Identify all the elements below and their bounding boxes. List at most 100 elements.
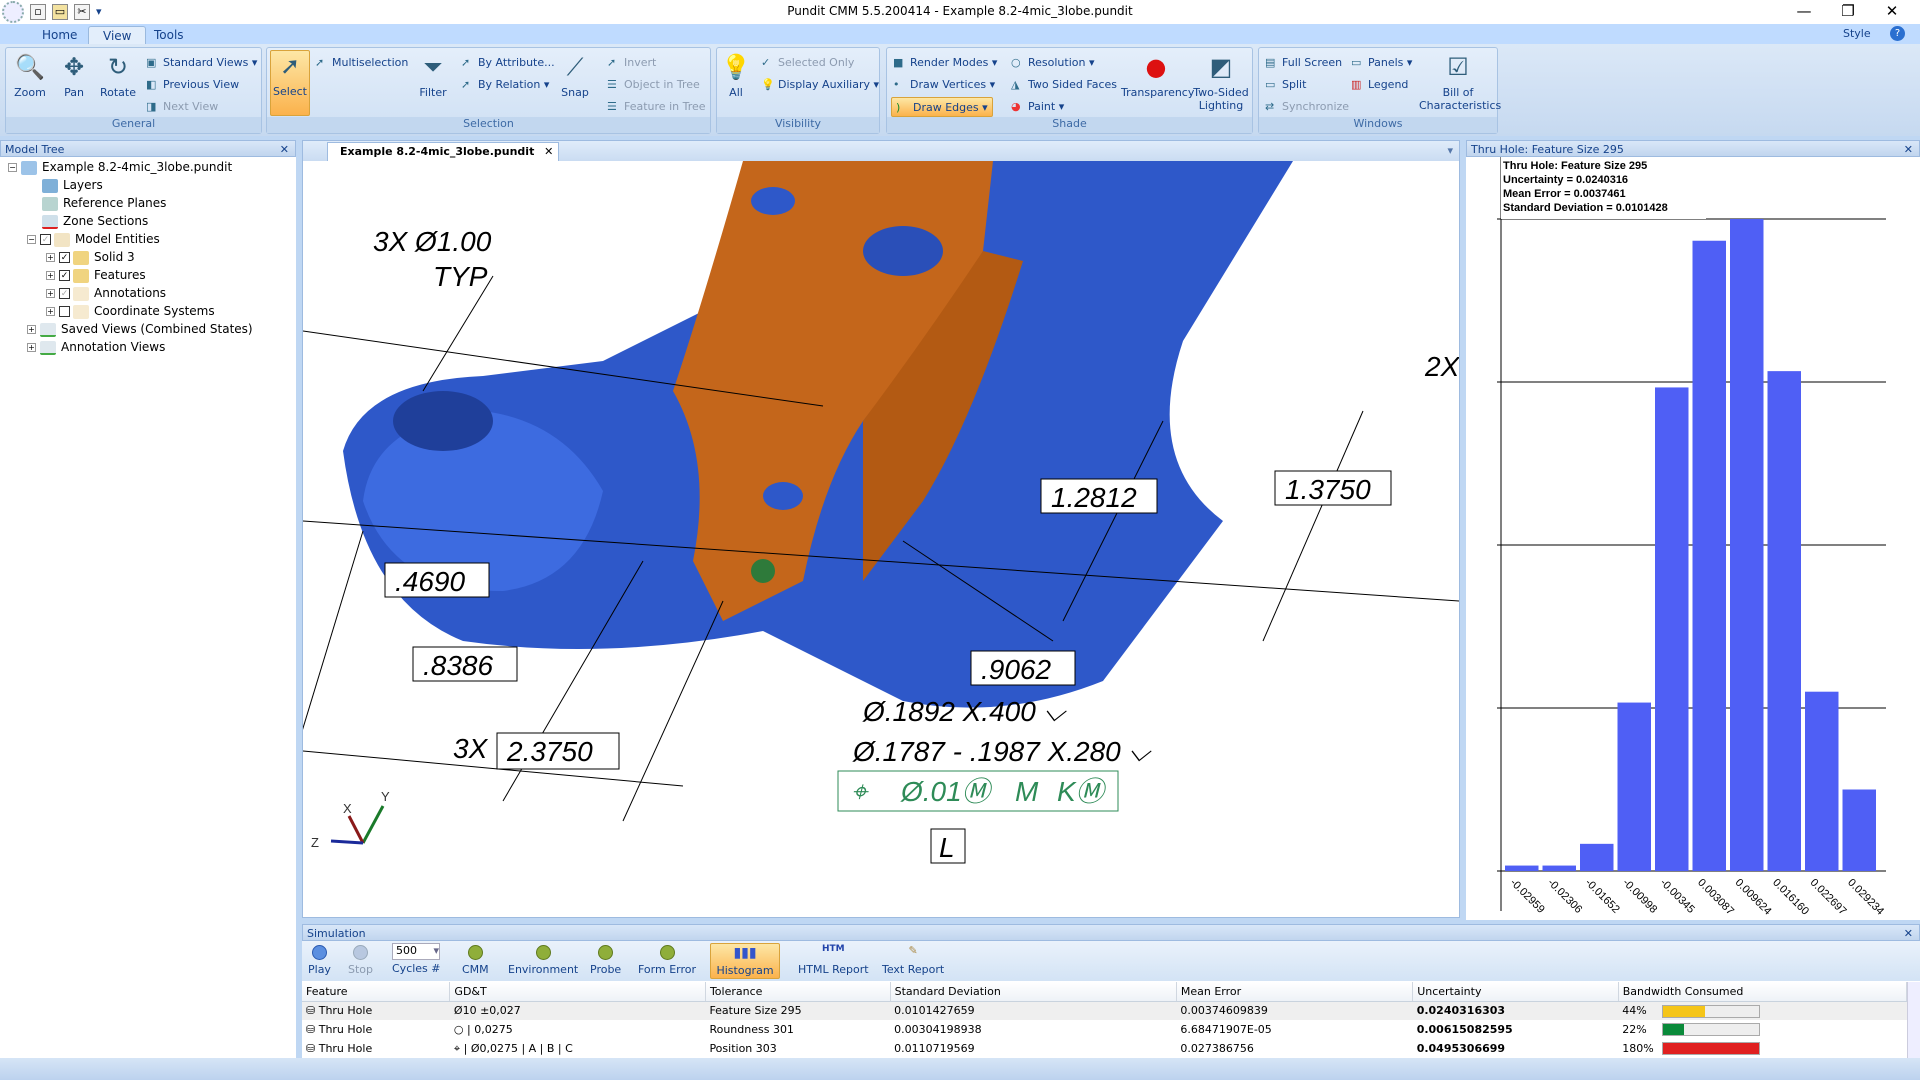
by-attribute-button[interactable]: ➚ By Attribute...	[461, 53, 555, 73]
column-header[interactable]: GD&T	[449, 982, 706, 1002]
resolution-button[interactable]: ○ Resolution ▾	[1011, 53, 1095, 73]
tree-item-reference-planes[interactable]: Reference Planes	[42, 194, 166, 212]
tab-view[interactable]: View	[88, 26, 147, 44]
column-header[interactable]: Standard Deviation	[890, 982, 1177, 1002]
restore-button[interactable]: ❐	[1826, 0, 1870, 24]
selected-only-button[interactable]: ✓ Selected Only	[761, 53, 854, 73]
column-header[interactable]: Uncertainty	[1412, 982, 1619, 1002]
tab-home[interactable]: Home	[28, 26, 91, 44]
display-auxiliary-button[interactable]: 💡 Display Auxiliary ▾	[761, 75, 879, 95]
tree-item-coordinate-systems[interactable]: + Coordinate Systems	[46, 302, 215, 320]
rotate-button[interactable]: ↻ Rotate	[96, 52, 140, 99]
object-in-tree-button[interactable]: ☰ Object in Tree	[607, 75, 700, 95]
full-screen-button[interactable]: ▤ Full Screen	[1265, 53, 1342, 73]
standard-views-button[interactable]: ▣ Standard Views ▾	[146, 53, 257, 73]
simulation-results-table: Feature GD&T Tolerance Standard Deviation Me…	[302, 982, 1908, 1058]
position-symbol: ⌖	[851, 776, 869, 807]
by-relation-button[interactable]: ➚ By Relation ▾	[461, 75, 549, 95]
legend-button[interactable]: ▥ Legend	[1351, 75, 1408, 95]
dim-1-2812: 1.2812	[1051, 482, 1137, 513]
html-report-button[interactable]: HTM HTML Report	[794, 943, 873, 979]
mean-error-cell: 0.00374609839	[1176, 1001, 1413, 1020]
play-button[interactable]: Play	[304, 943, 335, 979]
tab-tools[interactable]: Tools	[140, 26, 198, 44]
select-button[interactable]: ➚ Select	[270, 50, 310, 116]
tree-item-annotation-views[interactable]: + Annotation Views	[27, 338, 165, 356]
two-sided-lighting-button[interactable]: ◩ Two-Sided Lighting	[1191, 52, 1251, 112]
checkbox[interactable]: ✓	[59, 252, 70, 263]
tree-item-zone-sections[interactable]: Zone Sections	[42, 212, 148, 230]
tree-item-features[interactable]: + ✓ Features	[46, 266, 146, 284]
minimize-button[interactable]: —	[1782, 0, 1826, 24]
tree-item-root[interactable]: − Example 8.2-4mic_3lobe.pundit	[8, 158, 232, 176]
column-header[interactable]: Mean Error	[1176, 982, 1414, 1002]
tree-label: Model Entities	[75, 232, 160, 246]
table-row[interactable]: ⛁ Thru Hole ○ | 0,0275 Roundness 301 0.0030…	[302, 1020, 1907, 1039]
checkbox[interactable]: ✓	[59, 288, 70, 299]
tree-item-layers[interactable]: Layers	[42, 176, 103, 194]
tolerance-cell: Roundness 301	[705, 1020, 890, 1039]
environment-button[interactable]: Environment	[504, 943, 582, 979]
all-button[interactable]: 💡 All	[721, 52, 751, 99]
synchronize-button[interactable]: ⇄ Synchronize	[1265, 97, 1349, 117]
bill-of-characteristics-button[interactable]: ☑ Bill of Characteristics	[1419, 52, 1501, 112]
invert-button[interactable]: ➚ Invert	[607, 53, 656, 73]
feature-in-tree-button[interactable]: ☰ Feature in Tree	[607, 97, 706, 117]
snap-button[interactable]: ⟋ Snap	[557, 52, 593, 99]
text-report-button[interactable]: ✎ Text Report	[878, 943, 948, 979]
panels-button[interactable]: ▭ Panels ▾	[1351, 53, 1412, 73]
window-title: Pundit CMM 5.5.200414 - Example 8.2-4mic…	[787, 4, 1133, 18]
x-tick-label: -0.02306	[1545, 877, 1584, 916]
tree-item-annotations[interactable]: + ✓ Annotations	[46, 284, 166, 302]
histogram-button[interactable]: ▮▮▮ Histogram	[710, 943, 780, 979]
draw-vertices-button[interactable]: • Draw Vertices ▾	[893, 75, 995, 95]
table-scrollbar[interactable]	[1907, 982, 1920, 1058]
checkbox[interactable]	[59, 306, 70, 317]
checkbox[interactable]: ✓	[59, 270, 70, 281]
draw-edges-button[interactable]: ) Draw Edges ▾	[891, 97, 993, 117]
checkbox[interactable]: ✓	[40, 234, 51, 245]
cmm-button[interactable]: CMM	[458, 943, 493, 979]
cycles-input[interactable]: 500 ▾	[392, 943, 440, 960]
zoom-button[interactable]: 🔍 Zoom	[10, 52, 50, 99]
select-label: Select	[273, 85, 307, 98]
3d-model-view[interactable]: 3X Ø1.00 TYP .4690 .8386 3X 2.3750 .9062…	[303, 161, 1459, 917]
close-icon[interactable]: ✕	[280, 141, 289, 158]
table-row[interactable]: ⛁ Thru Hole Ø10 ±0,027 Feature Size 295 0.0…	[302, 1001, 1907, 1020]
stop-button[interactable]: Stop	[344, 943, 377, 979]
form-error-button[interactable]: Form Error	[634, 943, 700, 979]
close-tab-icon[interactable]: ✕	[544, 143, 553, 161]
render-modes-button[interactable]: ■ Render Modes ▾	[893, 53, 997, 73]
tree-item-model-entities[interactable]: − ✓ Model Entities	[27, 230, 160, 248]
style-menu[interactable]: Style	[1843, 27, 1871, 40]
table-row[interactable]: ⛁ Thru Hole ⌖ | Ø0,0275 | A | B | C Positi…	[302, 1039, 1907, 1058]
file-icon	[21, 160, 37, 175]
cycles-field[interactable]: 500 ▾ Cycles #	[388, 943, 445, 979]
tab-list-dropdown-icon[interactable]: ▾	[1447, 144, 1453, 157]
tree-item-saved-views[interactable]: + Saved Views (Combined States)	[27, 320, 253, 338]
split-button[interactable]: ▭ Split	[1265, 75, 1306, 95]
help-icon[interactable]: ?	[1890, 26, 1905, 41]
column-header[interactable]: Feature	[302, 982, 451, 1002]
column-header[interactable]: Bandwidth Consumed	[1618, 982, 1908, 1002]
gdt-cell: Ø10 ±0,027	[449, 1001, 706, 1020]
multiselection-button[interactable]: ➚ Multiselection	[315, 53, 408, 73]
pan-button[interactable]: ✥ Pan	[54, 52, 94, 99]
transparency-label: Transparency	[1121, 86, 1195, 99]
document-tab-label: Example 8.2-4mic_3lobe.pundit	[340, 145, 535, 158]
two-sided-faces-button[interactable]: ◮ Two Sided Faces	[1011, 75, 1117, 95]
filter-button[interactable]: ⏷ Filter	[415, 52, 451, 99]
transparency-button[interactable]: ● Transparency	[1121, 52, 1195, 99]
column-header[interactable]: Tolerance	[705, 982, 891, 1002]
close-button[interactable]: ✕	[1870, 0, 1914, 24]
close-icon[interactable]: ✕	[1904, 925, 1913, 942]
document-tab[interactable]: Example 8.2-4mic_3lobe.pundit ✕	[327, 142, 560, 161]
paint-button[interactable]: ◕ Paint ▾	[1011, 97, 1064, 117]
chart-info-line: Mean Error = 0.0037461	[1503, 188, 1626, 200]
tree-item-solid[interactable]: + ✓ Solid 3	[46, 248, 135, 266]
previous-view-button[interactable]: ◧ Previous View	[146, 75, 239, 95]
probe-button[interactable]: Probe	[586, 943, 625, 979]
gdt-cell-text: Ø10 ±0,027	[453, 1004, 521, 1018]
close-icon[interactable]: ✕	[1904, 141, 1913, 158]
next-view-button[interactable]: ◨ Next View	[146, 97, 218, 117]
